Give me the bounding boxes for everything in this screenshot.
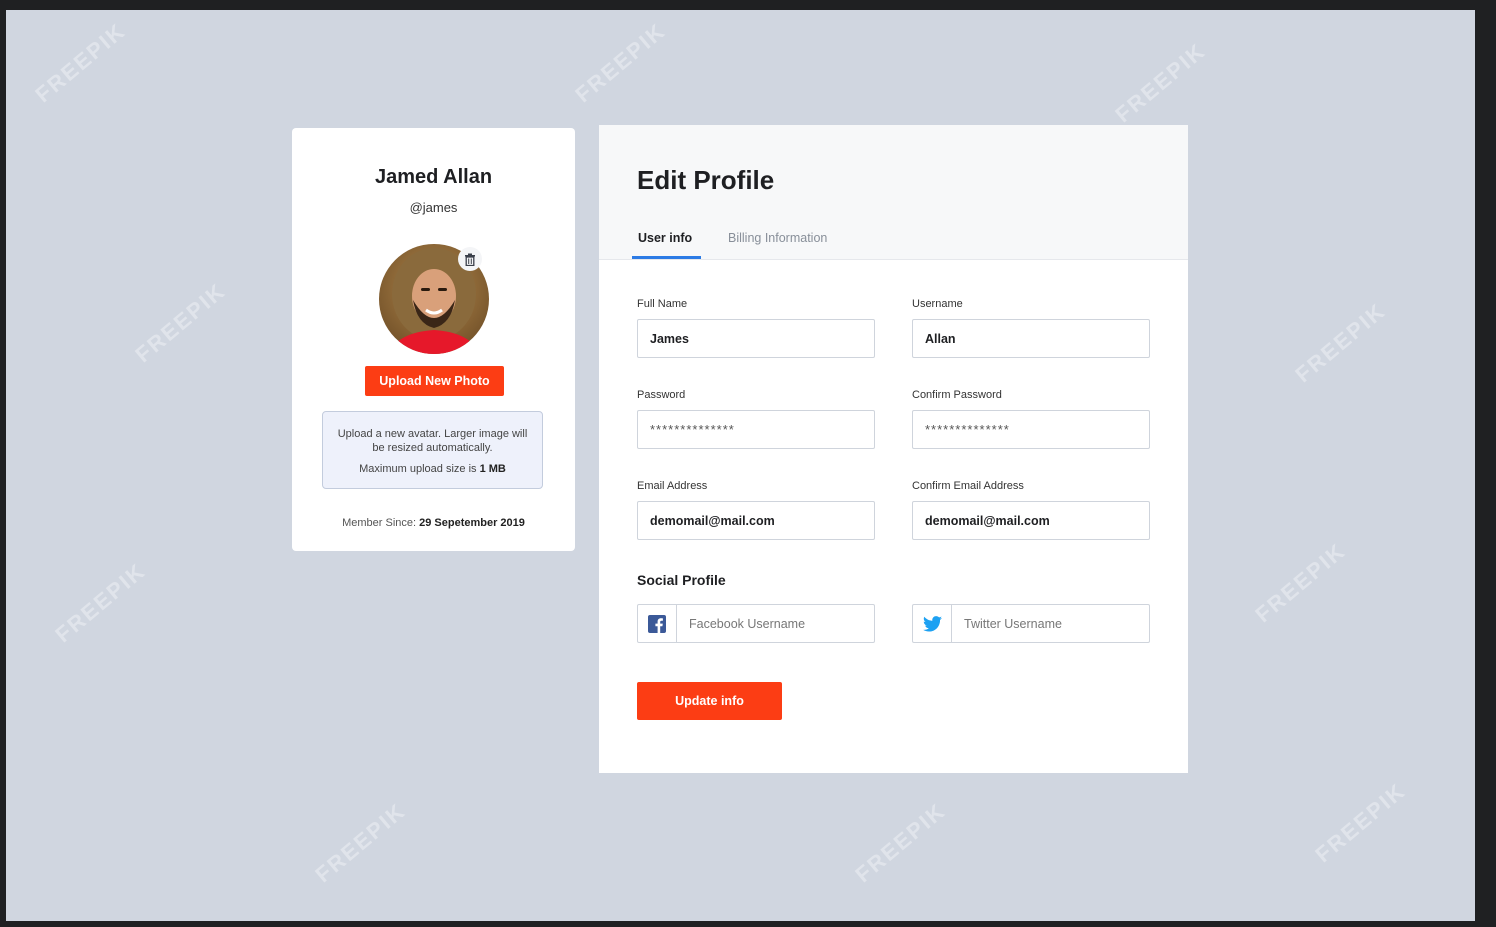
confirm-password-input[interactable]: ************** — [912, 410, 1150, 449]
email-label: Email Address — [637, 480, 708, 492]
upload-size-text: Maximum upload size is 1 MB — [323, 462, 542, 476]
active-tab-indicator — [632, 256, 701, 259]
watermark: FREEPIK — [1110, 37, 1211, 128]
profile-handle: @james — [409, 200, 458, 215]
full-name-label: Full Name — [637, 298, 688, 310]
profile-card: Jamed Allan @james Upload New Photo Uplo… — [292, 128, 575, 551]
twitter-icon-box — [913, 605, 952, 642]
confirm-email-input[interactable]: demomail@mail.com — [912, 501, 1150, 540]
full-name-input[interactable]: James — [637, 319, 875, 358]
upload-size-label: Maximum upload size is — [359, 463, 480, 475]
tab-billing-information[interactable]: Billing Information — [728, 231, 827, 245]
edit-profile-panel: Edit Profile User info Billing Informati… — [599, 125, 1188, 773]
facebook-icon — [648, 614, 666, 633]
member-since-date: 29 Sepetember 2019 — [419, 517, 525, 529]
trash-icon[interactable] — [458, 247, 482, 271]
upload-info-text: Upload a new avatar. Larger image will b… — [337, 428, 528, 454]
upload-size-value: 1 MB — [479, 463, 506, 475]
watermark: FREEPIK — [1310, 777, 1411, 868]
member-since: Member Since: 29 Sepetember 2019 — [292, 517, 575, 529]
facebook-username-placeholder: Facebook Username — [689, 616, 806, 631]
watermark: FREEPIK — [570, 17, 671, 108]
password-input[interactable]: ************** — [637, 410, 875, 449]
twitter-username-field[interactable]: Twitter Username — [912, 604, 1150, 643]
watermark: FREEPIK — [130, 277, 231, 368]
watermark: FREEPIK — [850, 797, 951, 888]
profile-name: Jamed Allan — [374, 166, 493, 188]
update-info-button[interactable]: Update info — [637, 682, 782, 720]
watermark: FREEPIK — [1290, 297, 1391, 388]
upload-photo-button[interactable]: Upload New Photo — [365, 366, 504, 396]
page-title: Edit Profile — [637, 165, 775, 195]
watermark: FREEPIK — [310, 797, 411, 888]
facebook-icon-box — [638, 605, 677, 642]
watermark: FREEPIK — [50, 557, 151, 648]
username-label: Username — [912, 298, 963, 310]
password-label: Password — [637, 389, 686, 401]
facebook-username-field[interactable]: Facebook Username — [637, 604, 875, 643]
username-input[interactable]: Allan — [912, 319, 1150, 358]
edit-profile-header: Edit Profile User info Billing Informati… — [599, 125, 1188, 260]
social-profile-title: Social Profile — [637, 572, 726, 588]
twitter-icon — [922, 615, 942, 632]
watermark: FREEPIK — [1250, 537, 1351, 628]
confirm-password-label: Confirm Password — [912, 389, 1002, 401]
upload-info-box: Upload a new avatar. Larger image will b… — [322, 411, 543, 489]
twitter-username-placeholder: Twitter Username — [964, 616, 1062, 631]
tab-user-info[interactable]: User info — [638, 231, 692, 245]
member-since-label: Member Since: — [342, 517, 420, 529]
email-input[interactable]: demomail@mail.com — [637, 501, 875, 540]
watermark: FREEPIK — [30, 17, 131, 108]
confirm-email-label: Confirm Email Address — [912, 480, 1024, 492]
